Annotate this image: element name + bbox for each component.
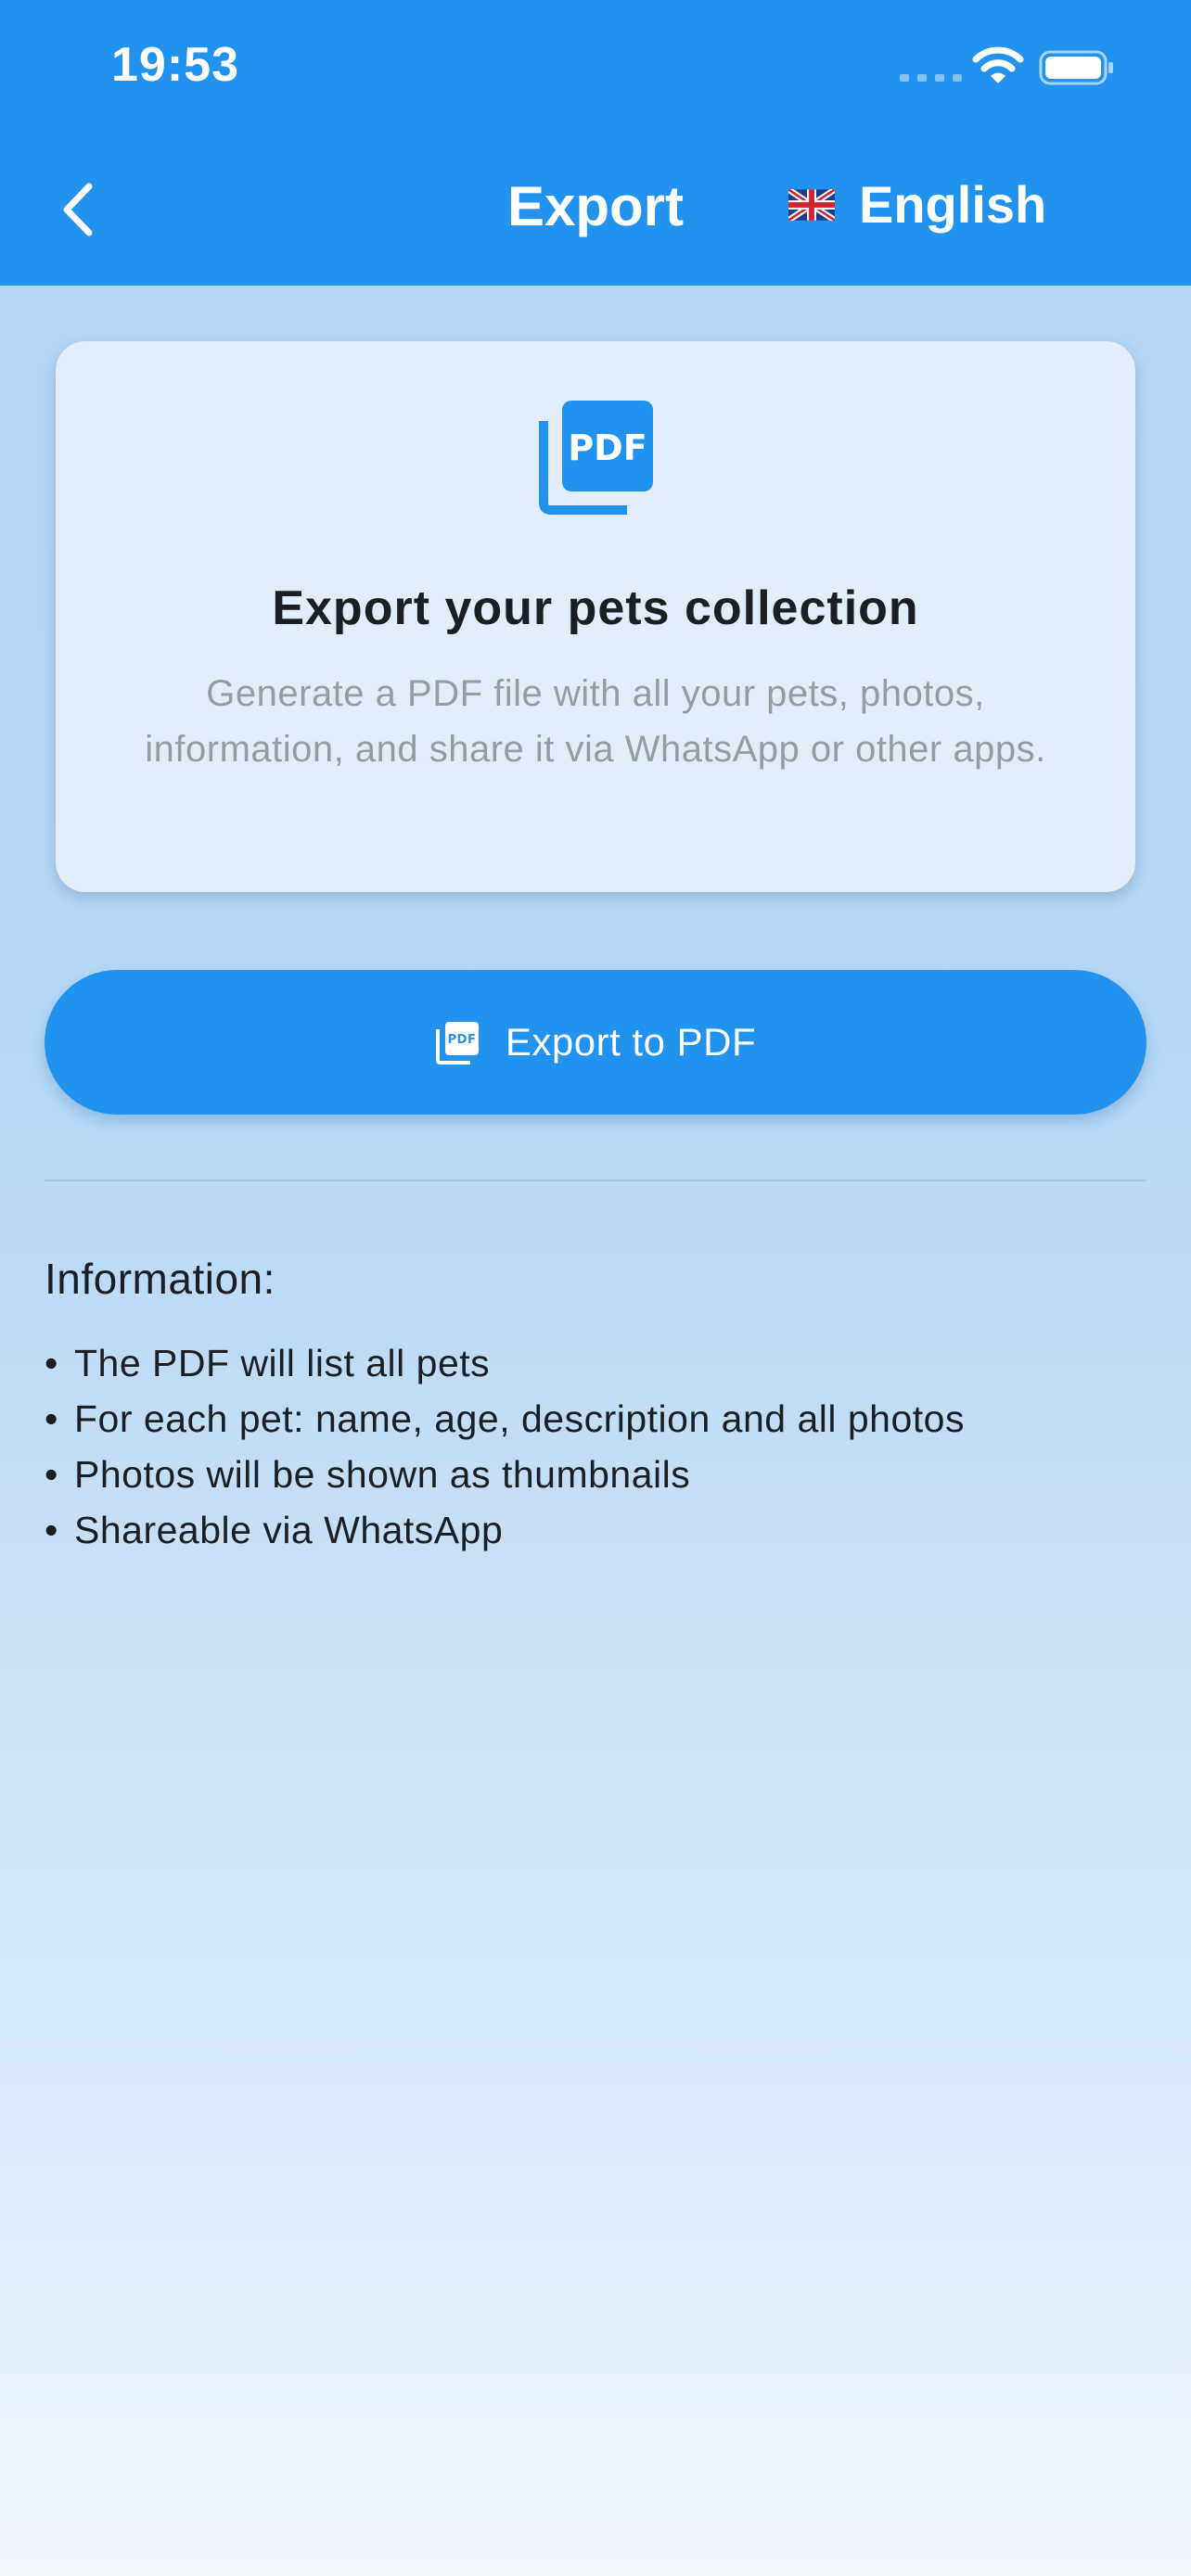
language-selector[interactable]: English xyxy=(788,174,1046,235)
uk-flag-icon xyxy=(788,188,835,221)
list-item: • Photos will be shown as thumbnails xyxy=(45,1453,691,1496)
card-description: Generate a PDF file with all your pets, … xyxy=(145,673,1046,770)
language-label: English xyxy=(859,175,1047,234)
list-item: • Shareable via WhatsApp xyxy=(45,1509,504,1551)
pdf-icon: PDF xyxy=(539,401,653,515)
card-title: Export your pets collection xyxy=(272,581,919,635)
svg-text:PDF: PDF xyxy=(568,427,647,468)
wifi-icon xyxy=(972,46,1024,83)
export-button-label: Export to PDF xyxy=(505,1020,757,1064)
status-time: 19:53 xyxy=(111,38,239,92)
list-item: • For each pet: name, age, description an… xyxy=(45,1397,965,1440)
divider xyxy=(45,1180,1146,1181)
information-heading: Information: xyxy=(45,1255,275,1303)
export-to-pdf-button[interactable]: PDF Export to PDF xyxy=(45,970,1146,1115)
cellular-signal-icon xyxy=(900,74,962,82)
information-list: • The PDF will list all pets • For each pe… xyxy=(45,1335,965,1558)
battery-icon xyxy=(1039,50,1113,85)
app-header: 19:53 Export English xyxy=(0,0,1191,286)
export-info-card: PDF Export your pets collection Generate… xyxy=(56,341,1135,892)
svg-text:PDF: PDF xyxy=(448,1033,477,1047)
list-item: • The PDF will list all pets xyxy=(45,1342,491,1384)
pdf-icon: PDF xyxy=(435,1022,479,1065)
